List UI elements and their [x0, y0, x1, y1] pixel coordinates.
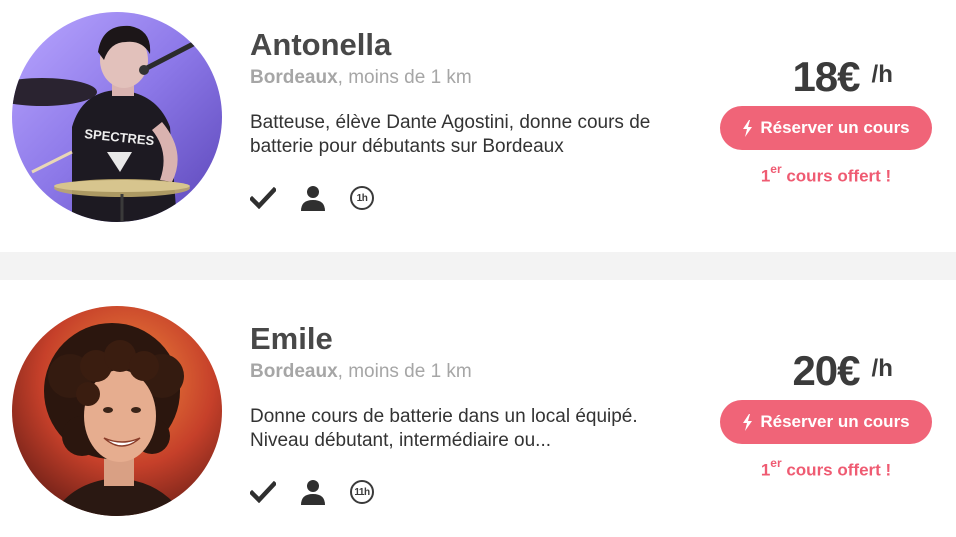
teacher-info: Emile Bordeaux, moins de 1 km Donne cour…	[250, 320, 700, 505]
first-lesson-offer: 1er cours offert !	[720, 456, 932, 481]
teacher-description: Donne cours de batterie dans un local éq…	[250, 406, 638, 451]
offer-text: cours offert !	[781, 166, 892, 186]
teacher-card[interactable]: Emile Bordeaux, moins de 1 km Donne cour…	[0, 280, 956, 537]
teacher-location: Bordeaux, moins de 1 km	[250, 65, 700, 91]
teacher-avatar[interactable]: SPECTRES	[12, 12, 222, 222]
book-lesson-label: Réserver un cours	[760, 118, 910, 137]
book-lesson-label: Réserver un cours	[760, 412, 910, 431]
teacher-distance: , moins de 1 km	[337, 67, 472, 88]
teacher-feature-icons: 11h	[250, 477, 398, 507]
teacher-list: SPECTRES Antonella Bordeaux, moins de 1 …	[0, 0, 956, 537]
checkmark-icon	[250, 187, 276, 209]
teacher-distance: , moins de 1 km	[337, 361, 472, 382]
lightning-icon	[742, 119, 753, 137]
checkmark-icon	[250, 481, 276, 503]
price-value: 20€	[792, 347, 860, 394]
price: 20€ /h	[792, 346, 892, 396]
teacher-name[interactable]: Emile	[250, 320, 700, 358]
person-icon	[300, 479, 326, 505]
teacher-card[interactable]: SPECTRES Antonella Bordeaux, moins de 1 …	[0, 0, 956, 252]
teacher-location: Bordeaux, moins de 1 km	[250, 359, 700, 385]
teacher-info: Antonella Bordeaux, moins de 1 km Batteu…	[250, 26, 700, 211]
price-unit: /h	[871, 61, 893, 88]
offer-ordinal: er	[770, 456, 782, 470]
teacher-avatar[interactable]	[12, 306, 222, 516]
duration-label: 11h	[350, 480, 374, 504]
first-lesson-offer: 1er cours offert !	[720, 162, 932, 187]
teacher-name[interactable]: Antonella	[250, 26, 700, 64]
offer-number: 1	[760, 460, 771, 480]
duration-icon: 11h	[350, 480, 374, 504]
offer-text: cours offert !	[781, 460, 892, 480]
duration-icon: 1h	[350, 186, 374, 210]
teacher-description: Batteuse, élève Dante Agostini, donne co…	[250, 112, 651, 157]
person-icon	[300, 185, 326, 211]
price: 18€ /h	[792, 52, 892, 102]
price-unit: /h	[871, 355, 893, 382]
price-box: 20€ /h Réserver un cours 1er cours offert…	[720, 346, 932, 481]
price-value: 18€	[792, 53, 860, 100]
offer-number: 1	[760, 166, 771, 186]
lightning-icon	[742, 413, 753, 431]
card-separator	[0, 252, 956, 280]
price-box: 18€ /h Réserver un cours 1er cours offert…	[720, 52, 932, 187]
duration-label: 1h	[350, 186, 374, 210]
teacher-city: Bordeaux	[250, 361, 338, 382]
teacher-feature-icons: 1h	[250, 183, 398, 213]
teacher-city: Bordeaux	[250, 67, 338, 88]
book-lesson-button[interactable]: Réserver un cours	[720, 400, 932, 444]
book-lesson-button[interactable]: Réserver un cours	[720, 106, 932, 150]
offer-ordinal: er	[770, 162, 782, 176]
